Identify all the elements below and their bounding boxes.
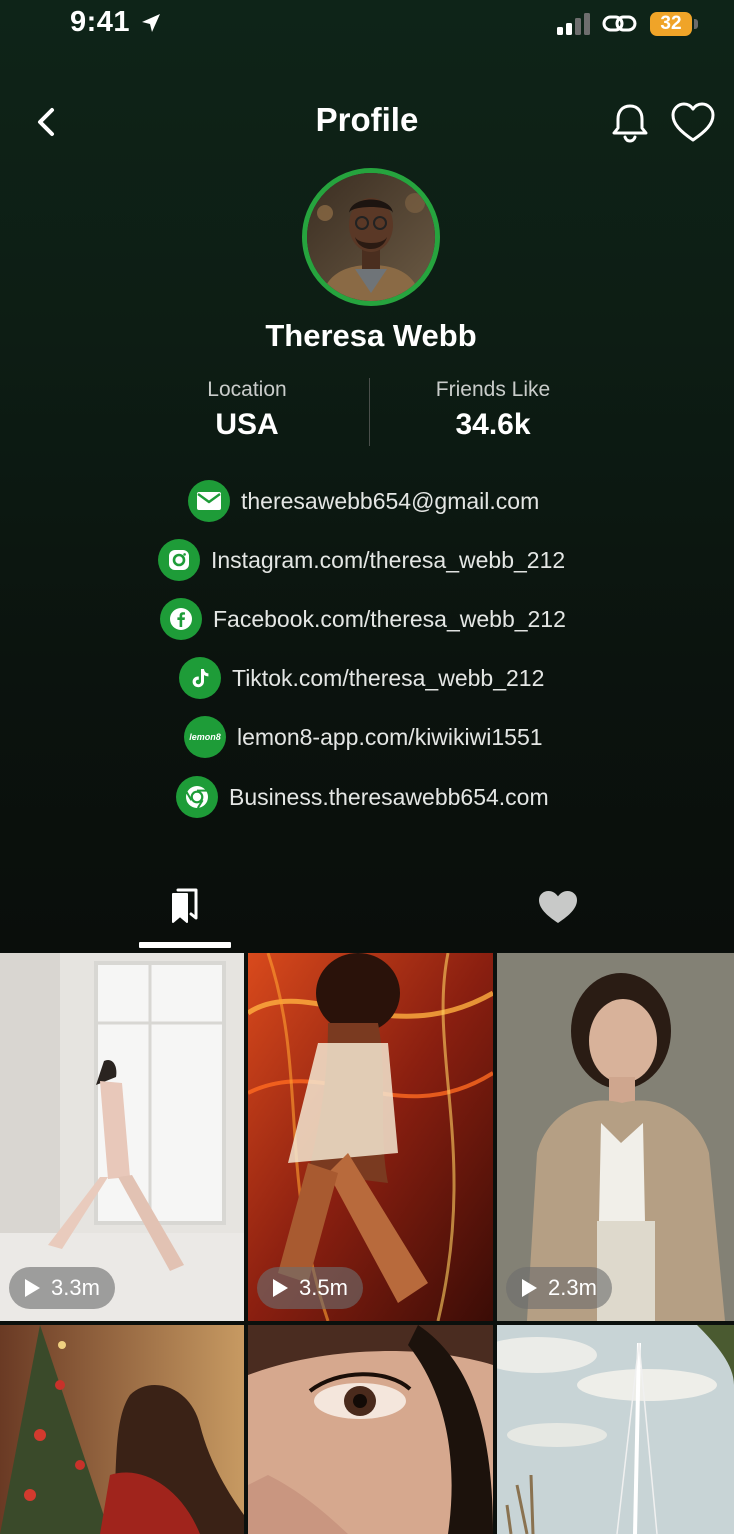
play-icon bbox=[25, 1279, 40, 1297]
lemon8-icon-text: lemon8 bbox=[189, 732, 221, 742]
facebook-text: Facebook.com/theresa_webb_212 bbox=[213, 605, 566, 632]
grid-tile[interactable] bbox=[248, 1325, 493, 1534]
grid-tile[interactable]: 3.3m bbox=[0, 953, 244, 1321]
battery-icon: 32 bbox=[650, 12, 692, 36]
location-value: USA bbox=[215, 408, 279, 441]
profile-name: Theresa Webb bbox=[265, 318, 477, 353]
favorite-button[interactable] bbox=[670, 101, 716, 145]
status-time: 9:41 bbox=[70, 6, 131, 38]
play-icon bbox=[522, 1279, 537, 1297]
grid-thumbnail bbox=[0, 953, 244, 1321]
instagram-icon bbox=[158, 539, 200, 581]
view-count: 2.3m bbox=[548, 1275, 597, 1300]
tab-saved[interactable] bbox=[139, 876, 231, 952]
lemon8-link[interactable]: lemon8 lemon8-app.com/kiwikiwi1551 bbox=[184, 716, 543, 758]
chrome-icon bbox=[176, 776, 218, 818]
grid-tile[interactable] bbox=[497, 1325, 734, 1534]
business-website-link[interactable]: Business.theresawebb654.com bbox=[176, 776, 549, 818]
heart-filled-icon bbox=[539, 891, 577, 923]
tiktok-text: Tiktok.com/theresa_webb_212 bbox=[232, 664, 545, 691]
friends-like-value: 34.6k bbox=[455, 408, 531, 441]
tiktok-link[interactable]: Tiktok.com/theresa_webb_212 bbox=[179, 657, 544, 699]
grid-thumbnail bbox=[497, 953, 734, 1321]
view-count-badge: 2.3m bbox=[506, 1267, 612, 1309]
grid-tile[interactable]: 2.3m bbox=[497, 953, 734, 1321]
grid-tile[interactable] bbox=[0, 1325, 244, 1534]
bookmarks-icon bbox=[172, 888, 198, 923]
heart-outline-icon bbox=[671, 102, 715, 142]
grid-thumbnail bbox=[248, 953, 493, 1321]
facebook-icon bbox=[160, 598, 202, 640]
tab-liked[interactable] bbox=[520, 876, 596, 942]
email-text: theresawebb654@gmail.com bbox=[241, 487, 540, 514]
grid-thumbnail bbox=[248, 1325, 493, 1534]
cellular-signal-icon bbox=[557, 13, 590, 35]
tiktok-icon bbox=[179, 657, 221, 699]
location-label: Location bbox=[207, 378, 287, 401]
grid-thumbnail bbox=[497, 1325, 734, 1534]
friends-like-label: Friends Like bbox=[435, 378, 551, 401]
email-link[interactable]: theresawebb654@gmail.com bbox=[188, 480, 539, 522]
avatar-photo bbox=[307, 173, 435, 301]
lemon8-text: lemon8-app.com/kiwikiwi1551 bbox=[237, 723, 543, 750]
grid-thumbnail bbox=[0, 1325, 244, 1534]
view-count-badge: 3.5m bbox=[257, 1267, 363, 1309]
view-count: 3.5m bbox=[299, 1275, 348, 1300]
grid-tile[interactable]: 3.5m bbox=[248, 953, 493, 1321]
notifications-button[interactable] bbox=[608, 101, 652, 145]
facebook-link[interactable]: Facebook.com/theresa_webb_212 bbox=[160, 598, 566, 640]
stats-divider bbox=[369, 378, 370, 446]
business-website-text: Business.theresawebb654.com bbox=[229, 783, 549, 810]
lemon8-icon: lemon8 bbox=[184, 716, 226, 758]
battery-tip bbox=[694, 19, 698, 29]
instagram-link[interactable]: Instagram.com/theresa_webb_212 bbox=[158, 539, 565, 581]
location-arrow-icon bbox=[142, 14, 160, 32]
avatar[interactable] bbox=[302, 168, 440, 306]
view-count: 3.3m bbox=[51, 1275, 100, 1300]
play-icon bbox=[273, 1279, 288, 1297]
view-count-badge: 3.3m bbox=[9, 1267, 115, 1309]
bell-icon bbox=[612, 104, 648, 143]
link-icon bbox=[602, 15, 637, 32]
instagram-text: Instagram.com/theresa_webb_212 bbox=[211, 546, 566, 573]
active-tab-indicator bbox=[139, 942, 231, 948]
mail-icon bbox=[188, 480, 230, 522]
